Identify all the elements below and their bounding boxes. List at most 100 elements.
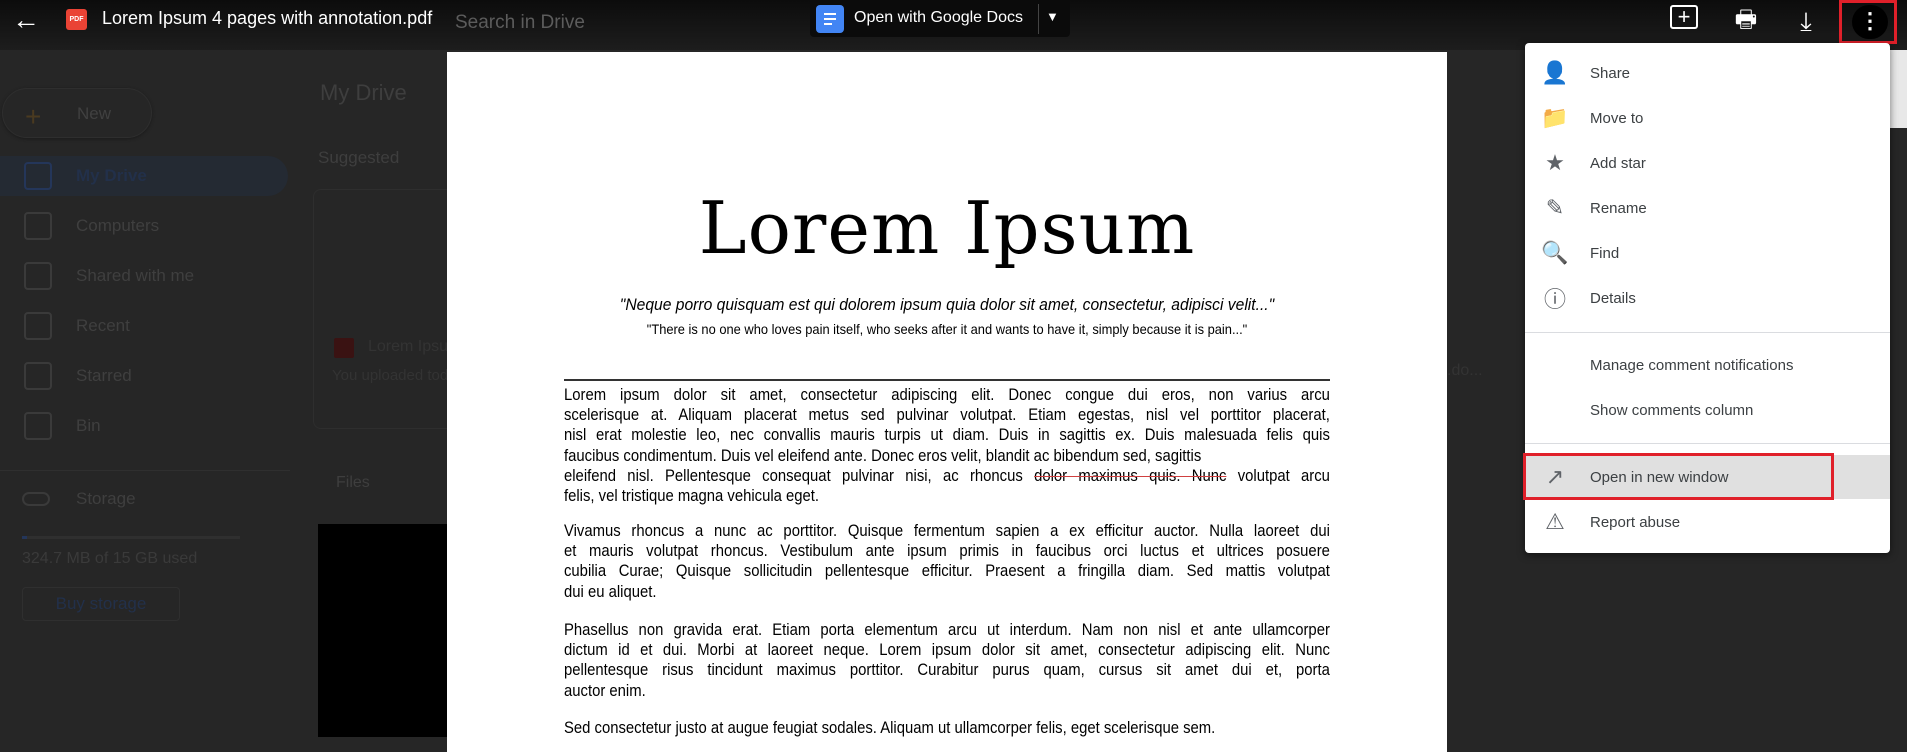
- sidebar-item-shared-with-me[interactable]: Shared with me: [0, 256, 290, 296]
- sidebar-item-computers[interactable]: Computers: [0, 206, 290, 246]
- files-label: Files: [336, 474, 370, 491]
- menu-item-report-abuse[interactable]: ⚠ Report abuse: [1525, 500, 1890, 544]
- my-drive-icon: [24, 162, 52, 190]
- storage-label: Storage: [76, 489, 136, 508]
- person-add-icon: 👤: [1541, 60, 1569, 85]
- menu-item-share[interactable]: 👤 Share: [1525, 51, 1890, 95]
- card-subtitle: You uploaded tod: [332, 367, 449, 384]
- info-icon: ⓘ: [1543, 287, 1566, 312]
- divider-rule: [564, 379, 1330, 381]
- new-label: New: [77, 104, 112, 123]
- text-line: Vivamus rhoncus a nunc ac porttitor. Qui…: [564, 522, 1330, 540]
- file-thumbnail[interactable]: [318, 524, 448, 737]
- strikethrough-annotation[interactable]: dolor maximus quis. Nunc: [1034, 467, 1226, 485]
- plus-icon: +: [25, 101, 42, 132]
- sidebar-item-starred[interactable]: Starred: [0, 356, 290, 396]
- star-icon: [24, 362, 52, 390]
- sidebar-item-my-drive[interactable]: My Drive: [0, 156, 290, 196]
- file-title: Lorem Ipsum 4 pages with annotation.pdf: [102, 8, 433, 28]
- text-line: dictum id et dui. Morbi at laoreet neque…: [564, 641, 1330, 660]
- back-arrow-icon[interactable]: ←: [12, 4, 40, 36]
- main-title: My Drive: [320, 80, 407, 105]
- report-icon: ⚠: [1545, 509, 1565, 534]
- doc-quote-translation: "There is no one who loves pain itself, …: [646, 321, 1248, 337]
- move-folder-icon: 📁: [1541, 105, 1569, 130]
- add-comment-icon[interactable]: +: [1670, 5, 1698, 29]
- shared-icon: [24, 262, 52, 290]
- pencil-icon: ✎: [1545, 195, 1565, 220]
- menu-item-label: Manage comment notifications: [1590, 356, 1794, 374]
- text-line: faucibus condimentum. Duis vel eleifend …: [564, 446, 1202, 465]
- menu-item-rename[interactable]: ✎ Rename: [1525, 186, 1890, 230]
- menu-divider: [1525, 332, 1890, 333]
- clock-icon: [24, 312, 52, 340]
- sidebar-item-label: Starred: [76, 366, 132, 385]
- menu-item-label: Find: [1590, 244, 1620, 262]
- buy-storage-button[interactable]: Buy storage: [22, 587, 180, 621]
- pdf-page: Lorem Ipsum "Neque porro quisquam est qu…: [447, 52, 1447, 752]
- new-button[interactable]: + New: [2, 88, 152, 138]
- more-options-button[interactable]: ⋮: [1839, 0, 1897, 44]
- text: volutpat arcu: [1226, 466, 1330, 485]
- divider: [0, 470, 290, 471]
- star-icon: ★: [1545, 150, 1565, 175]
- cloud-icon: [22, 492, 50, 506]
- menu-item-label: Show comments column: [1590, 401, 1754, 419]
- text-line: pellentesque risus tincidunt maximus por…: [564, 661, 1330, 680]
- text-line: cubilia Curae; Quisque sollicitudin pell…: [564, 562, 1330, 581]
- menu-item-show-comments-column[interactable]: Show comments column: [1525, 388, 1890, 432]
- paragraph-4: Sed consectetur justo at augue feugiat s…: [564, 718, 1330, 738]
- sidebar-item-bin[interactable]: Bin: [0, 406, 290, 446]
- menu-item-label: Move to: [1590, 109, 1644, 127]
- trash-icon: [24, 412, 52, 440]
- text: eleifend nisl. Pellentesque consequat pu…: [564, 466, 1035, 485]
- menu-divider: [1525, 443, 1890, 444]
- text-line: Lorem ipsum dolor sit amet, consectetur …: [564, 386, 1330, 404]
- text-line: nisl erat molestie leo, nec convallis ma…: [564, 426, 1330, 445]
- text-line: scelerisque at. Aliquam placerat metus s…: [564, 406, 1330, 425]
- text-line: Sed consectetur justo at augue feugiat s…: [564, 719, 1216, 737]
- card-name: Lorem Ipsu: [368, 338, 449, 355]
- find-in-page-icon: 🔍: [1541, 240, 1569, 265]
- menu-item-details[interactable]: ⓘ Details: [1525, 276, 1890, 320]
- highlight-box: [1523, 453, 1834, 500]
- computers-icon: [24, 212, 52, 240]
- sidebar-item-recent[interactable]: Recent: [0, 306, 290, 346]
- paragraph-3: Phasellus non gravida erat. Etiam porta …: [564, 620, 1330, 701]
- text-line: et mauris volutpat rhoncus. Vestibulum a…: [564, 542, 1330, 561]
- menu-item-label: Share: [1590, 64, 1631, 82]
- text-line: auctor enim.: [564, 681, 646, 700]
- doc-quote: "Neque porro quisquam est qui dolorem ip…: [619, 295, 1275, 314]
- menu-item-manage-comment-notifications[interactable]: Manage comment notifications: [1525, 343, 1890, 387]
- sidebar-item-label: Recent: [76, 316, 130, 335]
- open-with-google-docs-button[interactable]: Open with Google Docs ▼: [810, 0, 1070, 37]
- text-line: dui eu aliquet.: [564, 582, 657, 601]
- open-with-label: Open with Google Docs: [854, 9, 1023, 26]
- chevron-down-icon[interactable]: ▼: [1046, 9, 1059, 24]
- card2-name: .do...: [1447, 362, 1483, 379]
- pdf-icon: PDF: [66, 9, 87, 30]
- paragraph-2: Vivamus rhoncus a nunc ac porttitor. Qui…: [564, 521, 1330, 602]
- menu-item-add-star[interactable]: ★ Add star: [1525, 141, 1890, 185]
- sidebar-item-label: Shared with me: [76, 266, 195, 285]
- annotated-line: eleifend nisl. Pellentesque consequat pu…: [564, 466, 1330, 486]
- sidebar-item-label: Computers: [76, 216, 160, 235]
- menu-item-label: Details: [1590, 289, 1636, 307]
- print-icon[interactable]: 🖶: [1730, 6, 1762, 38]
- storage-used: 324.7 MB of 15 GB used: [22, 550, 198, 567]
- sidebar-item-label: My Drive: [76, 166, 147, 185]
- doc-title: Lorem Ipsum: [698, 186, 1196, 270]
- download-icon[interactable]: ⤓: [1790, 6, 1822, 38]
- sidebar-item-label: Bin: [76, 416, 101, 435]
- suggested-label: Suggested: [318, 148, 400, 167]
- search-placeholder: Search in Drive: [455, 12, 585, 33]
- menu-item-move-to[interactable]: 📁 Move to: [1525, 96, 1890, 140]
- paragraph-1: Lorem ipsum dolor sit amet, consectetur …: [564, 385, 1330, 506]
- menu-item-label: Add star: [1590, 154, 1646, 172]
- menu-item-find[interactable]: 🔍 Find: [1525, 231, 1890, 275]
- text-line: felis, vel tristique magna vehicula eget…: [564, 487, 820, 506]
- pdf-icon: [334, 338, 354, 358]
- storage-bar-fill: [22, 536, 27, 539]
- menu-item-label: Rename: [1590, 199, 1647, 217]
- scrollbar[interactable]: [1890, 43, 1907, 128]
